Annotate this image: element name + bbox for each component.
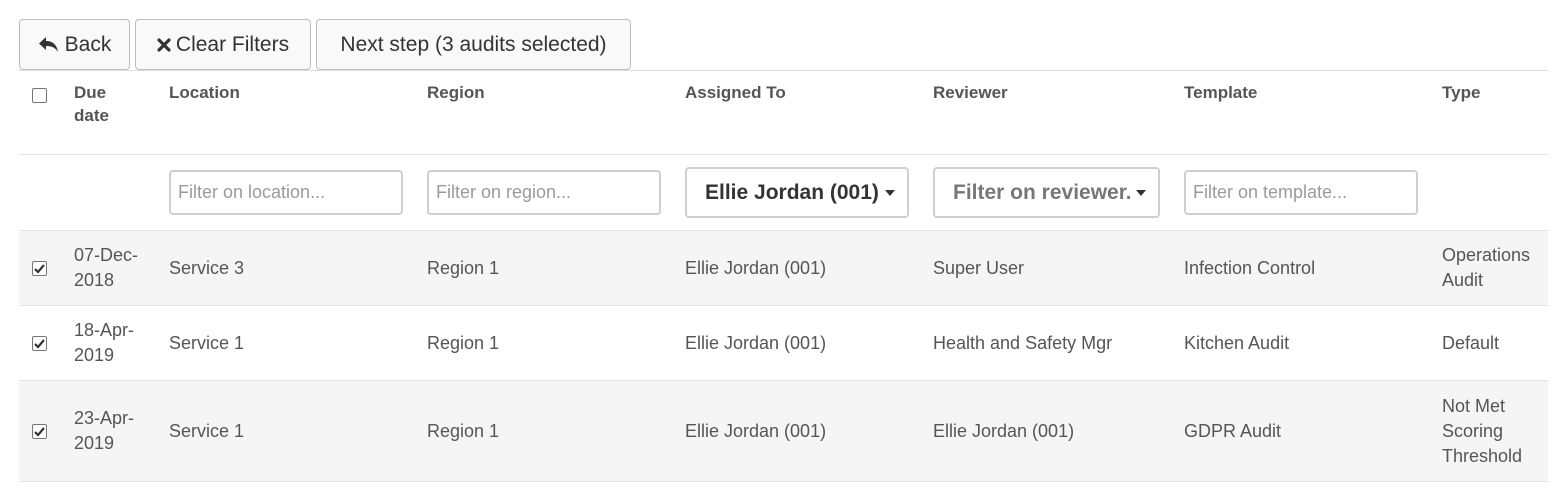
clear-filters-button[interactable]: Clear Filters — [135, 19, 311, 70]
due-date-cell: 23-Apr-2019 — [74, 408, 135, 453]
caret-down-icon — [1136, 189, 1146, 196]
assigned-to-cell: Ellie Jordan (001) — [685, 332, 827, 353]
assigned-to-filter-select[interactable]: Ellie Jordan (001) — [685, 167, 909, 218]
location-cell: Service 1 — [169, 420, 245, 441]
checkmark-icon — [34, 339, 45, 349]
clear-filters-label: Clear Filters — [175, 32, 290, 56]
assigned-to-filter-value: Ellie Jordan (001) — [705, 180, 879, 204]
select-all-cell — [19, 71, 74, 155]
region-cell: Region 1 — [427, 257, 500, 278]
next-step-button[interactable]: Next step (3 audits selected) — [316, 19, 631, 70]
table-row[interactable]: 07-Dec-2018 Service 3 Region 1 Ellie Jor… — [19, 230, 1548, 306]
reviewer-filter-select[interactable]: Filter on reviewer... — [933, 167, 1160, 218]
region-filter-input[interactable] — [427, 170, 661, 215]
template-filter-input[interactable] — [1184, 170, 1418, 215]
reviewer-filter-placeholder: Filter on reviewer... — [953, 180, 1130, 204]
template-cell: Kitchen Audit — [1184, 332, 1290, 353]
location-filter-input[interactable] — [169, 170, 403, 215]
caret-down-icon — [885, 189, 895, 196]
row-checkbox[interactable] — [32, 424, 47, 440]
column-type[interactable]: Type — [1442, 71, 1548, 155]
reviewer-cell: Super User — [933, 257, 1025, 278]
column-region[interactable]: Region — [427, 71, 685, 155]
select-all-checkbox[interactable] — [32, 88, 47, 104]
checkmark-icon — [34, 264, 45, 274]
due-date-cell: 18-Apr-2019 — [74, 320, 135, 365]
back-button-label: Back — [64, 32, 112, 56]
filter-row: Ellie Jordan (001) Filter on reviewer... — [19, 154, 1548, 231]
table-row[interactable]: 23-Apr-2019 Service 1 Region 1 Ellie Jor… — [19, 380, 1548, 482]
back-button[interactable]: Back — [19, 19, 130, 70]
assigned-to-cell: Ellie Jordan (001) — [685, 257, 827, 278]
table-row[interactable]: 18-Apr-2019 Service 1 Region 1 Ellie Jor… — [19, 305, 1548, 381]
audits-table: Due date Location Region Assigned To Rev… — [19, 70, 1548, 482]
next-step-label: Next step (3 audits selected) — [340, 32, 607, 56]
reply-arrow-icon — [38, 36, 60, 54]
column-template[interactable]: Template — [1184, 71, 1442, 155]
column-location[interactable]: Location — [169, 71, 427, 155]
location-cell: Service 3 — [169, 257, 245, 278]
type-cell: Not Met Scoring Threshold — [1442, 395, 1523, 466]
row-checkbox[interactable] — [32, 336, 47, 352]
location-cell: Service 1 — [169, 332, 245, 353]
assigned-to-cell: Ellie Jordan (001) — [685, 420, 827, 441]
type-cell: Operations Audit — [1442, 245, 1531, 290]
region-cell: Region 1 — [427, 420, 500, 441]
template-cell: Infection Control — [1184, 257, 1316, 278]
reviewer-cell: Health and Safety Mgr — [933, 332, 1113, 353]
column-reviewer[interactable]: Reviewer — [933, 71, 1184, 155]
reviewer-cell: Ellie Jordan (001) — [933, 420, 1075, 441]
close-icon — [157, 37, 171, 52]
template-cell: GDPR Audit — [1184, 420, 1282, 441]
column-due-date[interactable]: Due date — [74, 71, 169, 155]
region-cell: Region 1 — [427, 332, 500, 353]
type-cell: Default — [1442, 332, 1500, 353]
row-checkbox[interactable] — [32, 261, 47, 277]
column-assigned-to[interactable]: Assigned To — [685, 71, 933, 155]
due-date-cell: 07-Dec-2018 — [74, 245, 139, 290]
table-header-row: Due date Location Region Assigned To Rev… — [19, 70, 1548, 155]
toolbar: Back Clear Filters Next step (3 audits s… — [19, 19, 631, 70]
checkmark-icon — [34, 427, 45, 437]
